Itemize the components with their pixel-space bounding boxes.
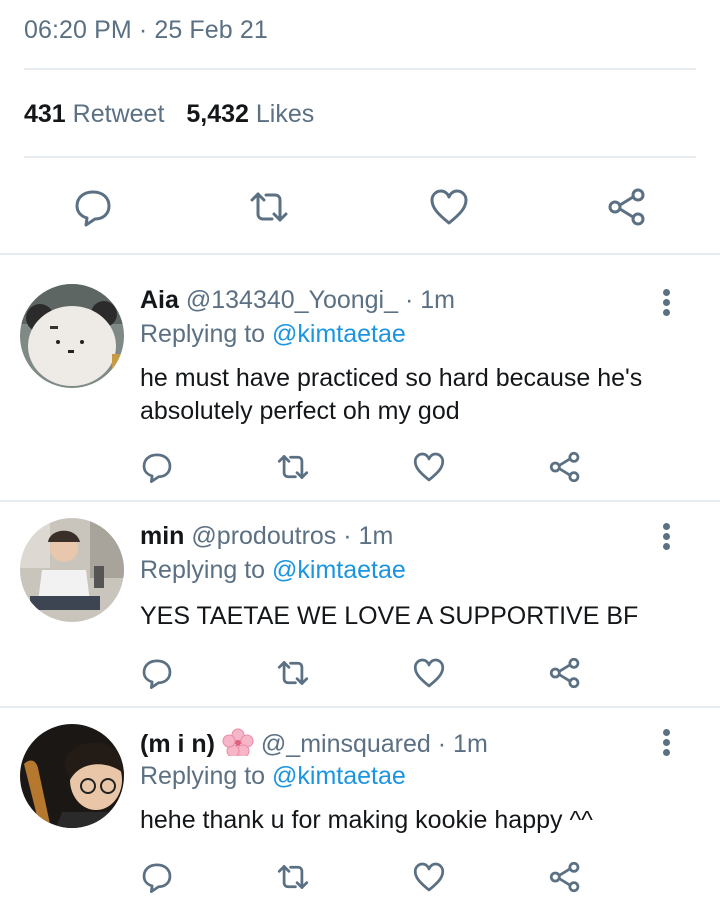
user-name[interactable]: (m i n) — [140, 730, 215, 758]
avatar[interactable] — [20, 284, 124, 388]
divider — [24, 68, 696, 70]
like-icon[interactable] — [412, 860, 446, 894]
reply-header: min @prodoutros · 1m — [140, 522, 393, 551]
replying-to: Replying to @kimtaetae — [140, 320, 406, 349]
avatar[interactable] — [20, 724, 124, 828]
user-handle[interactable]: @_minsquared — [261, 730, 431, 758]
reply-text: hehe thank u for making kookie happy ^^ — [140, 806, 593, 834]
likes-label: Likes — [255, 100, 315, 128]
likes-count: 5,432 — [186, 100, 249, 128]
user-handle[interactable]: @prodoutros — [191, 522, 336, 550]
more-options-icon[interactable] — [654, 726, 678, 766]
retweet-icon[interactable] — [276, 656, 310, 690]
reply-text: YES TAETAE WE LOVE A SUPPORTIVE BF — [140, 602, 639, 630]
avatar[interactable] — [20, 518, 124, 622]
like-icon[interactable] — [412, 656, 446, 690]
retweet-count: 431 — [24, 100, 66, 128]
user-handle[interactable]: @134340_Yoongi_ — [186, 286, 398, 314]
tweet-timestamp: 06:20 PM · 25 Feb 21 — [24, 16, 268, 45]
more-options-icon[interactable] — [654, 520, 678, 560]
share-icon[interactable] — [548, 860, 582, 894]
user-name[interactable]: min — [140, 522, 184, 550]
reply-header: (m i n) @_minsquared · 1m — [140, 728, 488, 763]
tweet-time: 06:20 PM — [24, 16, 132, 44]
reply-time: · 1m — [437, 730, 488, 758]
share-icon[interactable] — [606, 186, 648, 228]
reply-icon[interactable] — [72, 186, 114, 228]
replying-to: Replying to @kimtaetae — [140, 762, 406, 791]
tweet-action-bar — [0, 176, 720, 236]
reply-icon[interactable] — [140, 656, 174, 690]
like-icon[interactable] — [412, 450, 446, 484]
reply-tweet[interactable]: Aia @134340_Yoongi_ · 1m Replying to @ki… — [0, 254, 720, 500]
replying-prefix: Replying to — [140, 762, 266, 790]
reply-icon[interactable] — [140, 450, 174, 484]
replying-prefix: Replying to — [140, 556, 266, 584]
mention-link[interactable]: @kimtaetae — [272, 556, 406, 584]
tweet-stats: 431 Retweet 5,432 Likes — [24, 100, 314, 129]
reply-icon[interactable] — [140, 860, 174, 894]
share-icon[interactable] — [548, 450, 582, 484]
like-icon[interactable] — [428, 186, 470, 228]
mention-link[interactable]: @kimtaetae — [272, 762, 406, 790]
retweet-icon[interactable] — [248, 186, 290, 228]
replying-prefix: Replying to — [140, 320, 266, 348]
tweet-date: 25 Feb 21 — [154, 16, 268, 44]
reply-time: · 1m — [404, 286, 455, 314]
divider — [24, 156, 696, 158]
replying-to: Replying to @kimtaetae — [140, 556, 406, 585]
reply-time: · 1m — [343, 522, 394, 550]
retweet-label: Retweet — [72, 100, 165, 128]
retweet-icon[interactable] — [276, 860, 310, 894]
reply-header: Aia @134340_Yoongi_ · 1m — [140, 286, 455, 315]
mention-link[interactable]: @kimtaetae — [272, 320, 406, 348]
more-options-icon[interactable] — [654, 286, 678, 326]
retweet-icon[interactable] — [276, 450, 310, 484]
user-name[interactable]: Aia — [140, 286, 179, 314]
retweet-stat[interactable]: 431 Retweet — [24, 100, 164, 128]
likes-stat[interactable]: 5,432 Likes — [186, 100, 314, 128]
reply-tweet[interactable]: min @prodoutros · 1m Replying to @kimtae… — [0, 502, 720, 706]
share-icon[interactable] — [548, 656, 582, 690]
reply-text: he must have practiced so hard because h… — [140, 364, 643, 425]
reply-tweet[interactable]: (m i n) @_minsquared · 1m Replying to @k… — [0, 708, 720, 910]
cherry-blossom-icon — [222, 728, 254, 763]
timestamp-separator: · — [138, 16, 148, 44]
